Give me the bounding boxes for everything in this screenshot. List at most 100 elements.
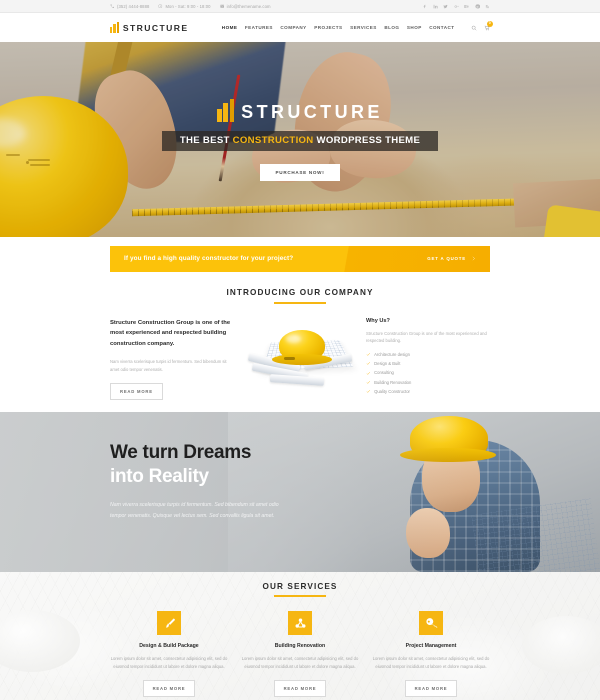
check-icon [366, 389, 370, 393]
hero-headline-post: WORDPRESS THEME [313, 135, 421, 146]
intro-paragraph: Nam viverra scelerisque turpis id fermen… [110, 359, 227, 373]
get-a-quote-button[interactable]: GET A QUOTE [427, 256, 476, 261]
nav-item-shop[interactable]: SHOP [407, 25, 422, 30]
checklist-label: Architecture design [374, 352, 410, 358]
intro-lead-text: Structure Construction Group is one of t… [110, 319, 231, 348]
service-read-more-button[interactable]: READ MORE [273, 680, 327, 698]
service-description: Lorem ipsum dolor sit amet, consectetur … [241, 656, 359, 670]
why-us-checklist: Architecture design Design & Built Consu… [366, 352, 490, 394]
nav-item-home[interactable]: HOME [222, 25, 238, 30]
service-description: Lorem ipsum dolor sit amet, consectetur … [110, 656, 228, 670]
why-us-column: Why Us? Structure Construction Group is … [366, 318, 490, 398]
hero-banner: STRUCTURE THE BEST CONSTRUCTION WORDPRES… [0, 42, 600, 237]
service-icon-tile [157, 611, 181, 636]
nav-item-services[interactable]: SERVICES [350, 25, 377, 30]
contact-info-group: (352) 4444-8888 Mon - Sat: 9:00 - 18:00 … [110, 4, 271, 9]
intro-image-column [247, 318, 354, 390]
molecule-icon [295, 618, 305, 628]
checklist-item: Consulting [366, 370, 490, 375]
nav-item-features[interactable]: FEATURES [245, 25, 273, 30]
chevron-right-icon [472, 256, 475, 261]
site-logo[interactable]: STRUCTURE [110, 22, 188, 33]
contact-hours-text: Mon - Sat: 9:00 - 18:00 [165, 3, 211, 9]
intro-section-title: INTRODUCING OUR COMPANY [226, 288, 374, 297]
services-section: OUR SERVICES Design & Build Package Lore… [0, 571, 600, 700]
intro-text-column: Structure Construction Group is one of t… [110, 318, 235, 400]
hero-headline-accent: CONSTRUCTION [232, 135, 314, 146]
phone-icon [110, 4, 114, 8]
dreams-headline-line2: into Reality [110, 465, 209, 487]
nav-item-company[interactable]: COMPANY [280, 25, 306, 30]
hero-headline: THE BEST CONSTRUCTION WORDPRESS THEME [161, 130, 439, 151]
key-icon [425, 617, 437, 628]
cta-text: If you find a high quality constructor f… [124, 255, 294, 262]
logo-text: STRUCTURE [122, 22, 189, 33]
hero-logo-bars-icon [217, 98, 235, 122]
nav-item-projects[interactable]: PROJECTS [314, 25, 342, 30]
contact-email-text: info@themename.com [226, 3, 271, 9]
twitter-icon[interactable] [443, 4, 448, 9]
intro-section: INTRODUCING OUR COMPANY Structure Constr… [0, 280, 600, 412]
check-icon [366, 380, 370, 384]
section-underline [274, 301, 326, 304]
checklist-item: Design & Built [366, 361, 490, 366]
dreams-banner: We turn Dreams into Reality Nam viverra … [0, 411, 600, 572]
quote-cta-bar: If you find a high quality constructor f… [110, 245, 490, 272]
contact-phone[interactable]: (352) 4444-8888 [110, 4, 149, 9]
why-us-text: Structure Construction Group is one of t… [366, 330, 487, 344]
service-description: Lorem ipsum dolor sit amet, consectetur … [372, 656, 490, 670]
services-section-heading: OUR SERVICES [110, 582, 490, 598]
search-icon[interactable] [471, 25, 477, 31]
checklist-item: Building Renovation [366, 380, 490, 385]
check-icon [366, 362, 370, 366]
logo-bars-icon [110, 22, 119, 33]
check-icon [366, 353, 370, 357]
service-title: Project Management [405, 643, 457, 650]
clock-icon [158, 4, 163, 8]
service-read-more-button[interactable]: READ MORE [404, 680, 458, 698]
service-card: Building Renovation Lorem ipsum dolor si… [241, 611, 359, 698]
purchase-now-button[interactable]: PURCHASE NOW! [259, 163, 341, 181]
service-card: Project Management Lorem ipsum dolor sit… [372, 611, 490, 698]
dreams-headline-line1: We turn Dreams [110, 441, 252, 463]
checklist-label: Consulting [374, 370, 394, 376]
checklist-label: Design & Built [374, 361, 401, 367]
contact-phone-text: (352) 4444-8888 [117, 3, 150, 9]
facebook-icon[interactable] [422, 4, 427, 9]
checklist-item: Architecture design [366, 352, 490, 357]
pinterest-icon[interactable] [474, 3, 480, 9]
cart-button[interactable]: 0 [484, 20, 493, 31]
site-header: STRUCTURE HOME FEATURES COMPANY PROJECTS… [0, 13, 600, 42]
checklist-item: Quality Constructor [366, 389, 490, 394]
intro-section-heading: INTRODUCING OUR COMPANY [0, 288, 600, 304]
checklist-label: Building Renovation [374, 379, 412, 385]
contact-hours: Mon - Sat: 9:00 - 18:00 [158, 3, 211, 9]
linkedin-icon[interactable] [433, 4, 438, 9]
get-a-quote-label: GET A QUOTE [427, 256, 466, 261]
service-title: Design & Build Package [139, 643, 199, 650]
contact-email[interactable]: info@themename.com [219, 3, 271, 9]
section-underline [274, 595, 326, 598]
behance-icon[interactable] [464, 4, 469, 9]
hero-logo-text: STRUCTURE [241, 101, 383, 122]
why-us-title: Why Us? [366, 317, 390, 324]
service-read-more-button[interactable]: READ MORE [142, 680, 196, 698]
hero-logo: STRUCTURE [217, 98, 383, 122]
nav-item-blog[interactable]: BLOG [384, 25, 399, 30]
cart-count-badge: 0 [486, 20, 493, 27]
rss-icon[interactable] [485, 4, 490, 9]
main-navigation: HOME FEATURES COMPANY PROJECTS SERVICES … [222, 20, 493, 31]
google-plus-icon[interactable] [454, 4, 459, 9]
top-bar: (352) 4444-8888 Mon - Sat: 9:00 - 18:00 … [0, 0, 600, 13]
nav-item-contact[interactable]: CONTACT [429, 25, 454, 30]
paintbrush-icon [165, 618, 175, 628]
intro-read-more-button[interactable]: READ MORE [110, 382, 163, 400]
cta-section: If you find a high quality constructor f… [0, 237, 600, 280]
service-icon-tile [288, 611, 312, 636]
hardhat-blueprint-illustration [247, 318, 354, 390]
dreams-paragraph: Nam viverra scelerisque turpis id fermen… [110, 502, 279, 520]
service-icon-tile [419, 611, 443, 636]
check-icon [366, 371, 370, 375]
social-links [422, 3, 490, 9]
mail-icon [219, 4, 224, 8]
